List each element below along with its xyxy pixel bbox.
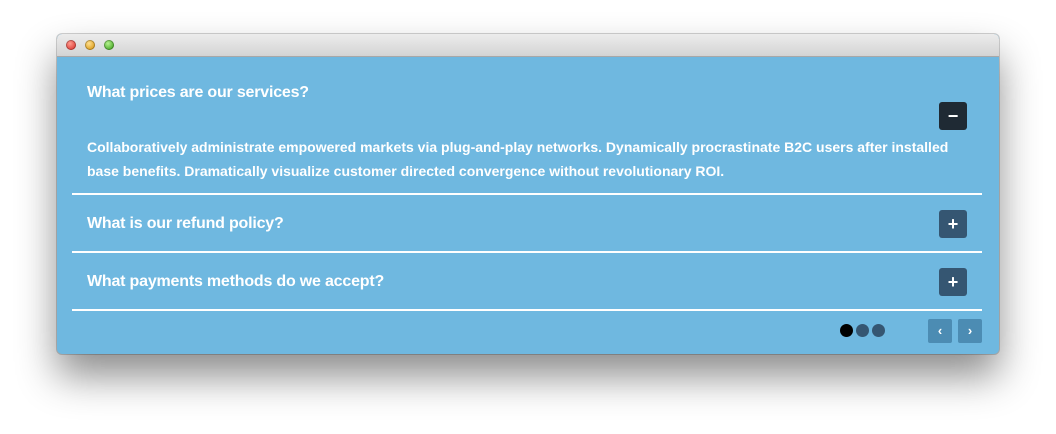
page-dot-3[interactable] — [872, 324, 885, 337]
faq-answer: Collaboratively administrate empowered m… — [87, 139, 949, 179]
page-dot-1[interactable] — [840, 324, 853, 337]
expand-button[interactable]: + — [939, 210, 967, 238]
faq-question: What prices are our services? — [87, 84, 309, 101]
pagination-bar: ‹ › — [72, 299, 982, 353]
faq-header-prices[interactable]: What prices are our services? − — [72, 57, 982, 130]
app-window: What prices are our services? − Collabor… — [57, 34, 999, 354]
page-indicator — [840, 324, 885, 337]
collapse-button[interactable]: − — [939, 102, 967, 130]
faq-question: What payments methods do we accept? — [87, 273, 385, 290]
prev-page-button[interactable]: ‹ — [928, 319, 952, 343]
faq-header-refund[interactable]: What is our refund policy? + — [72, 195, 982, 251]
faq-accordion: What prices are our services? − Collabor… — [72, 57, 982, 353]
faq-item-refund: What is our refund policy? + — [72, 195, 982, 253]
next-page-button[interactable]: › — [958, 319, 982, 343]
window-titlebar — [57, 34, 999, 57]
faq-item-prices: What prices are our services? − Collabor… — [72, 57, 982, 195]
page-dot-2[interactable] — [856, 324, 869, 337]
close-window-icon[interactable] — [66, 40, 76, 50]
maximize-window-icon[interactable] — [104, 40, 114, 50]
faq-question: What is our refund policy? — [87, 215, 284, 232]
expand-button[interactable]: + — [939, 268, 967, 296]
minimize-window-icon[interactable] — [85, 40, 95, 50]
